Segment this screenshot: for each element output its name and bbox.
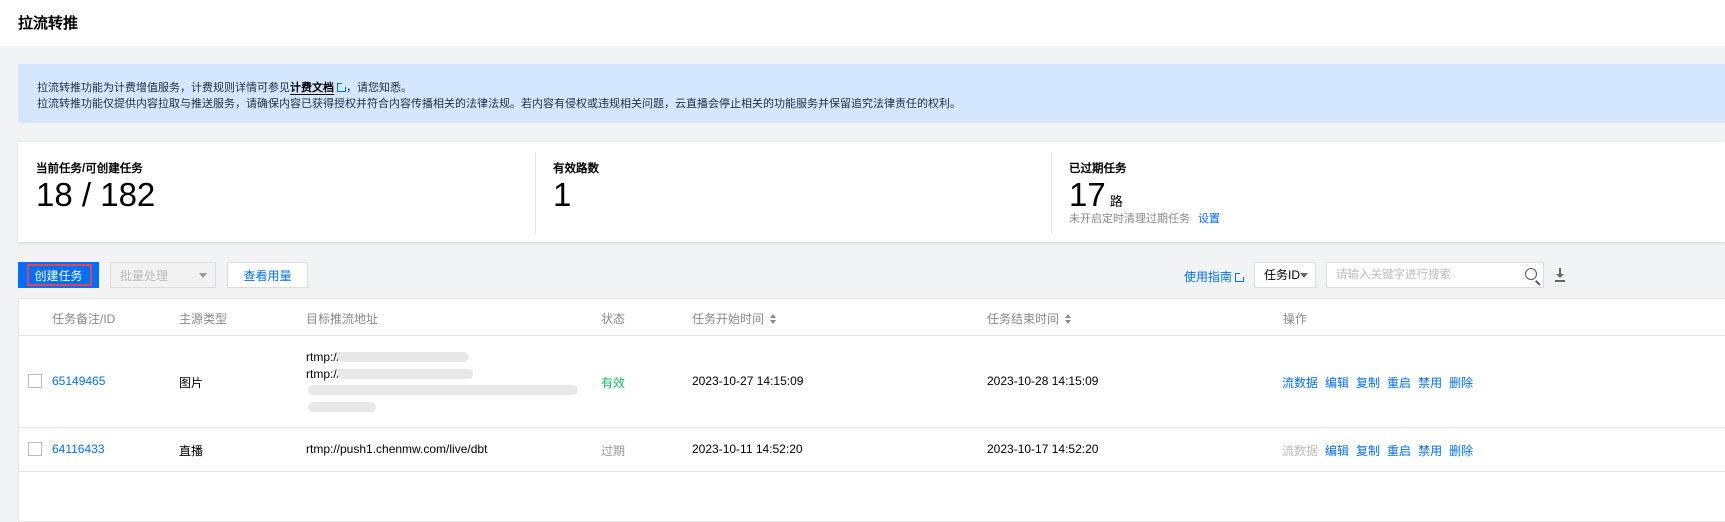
status-badge: 有效 — [601, 376, 626, 390]
sort-icon[interactable] — [770, 314, 777, 324]
batch-action-dropdown[interactable]: 批量处理 — [110, 262, 216, 288]
delete-link[interactable]: 删除 — [1449, 444, 1473, 458]
disable-link[interactable]: 禁用 — [1418, 444, 1442, 458]
copy-link[interactable]: 复制 — [1356, 376, 1380, 390]
column-header-actions: 操作 — [1283, 312, 1308, 326]
highlight-box — [27, 264, 92, 286]
search-input[interactable] — [1327, 263, 1507, 287]
push-address-line: rtmp:// — [306, 367, 341, 381]
masked-text — [308, 402, 376, 412]
masked-text — [337, 369, 473, 379]
start-time: 2023-10-11 14:52:20 — [692, 442, 803, 456]
task-table: 任务备注/ID 主源类型 目标推流地址 状态 任务开始时间 任务结束时间 操作 … — [18, 298, 1725, 522]
row-actions: 流数据 编辑 复制 重启 禁用 删除 — [1282, 374, 1480, 391]
row-checkbox[interactable] — [28, 374, 42, 388]
column-header-id: 任务备注/ID — [52, 312, 116, 326]
column-header-end-time[interactable]: 任务结束时间 — [987, 310, 1072, 327]
stat-divider — [535, 152, 536, 234]
table-row: 65149465 图片 rtmp:// rtmp:// 有效 2023-10-2… — [19, 336, 1725, 428]
download-icon[interactable] — [1555, 268, 1565, 282]
stream-data-link: 流数据 — [1282, 444, 1319, 458]
start-time: 2023-10-27 14:15:09 — [692, 374, 804, 388]
external-link-icon — [1235, 272, 1246, 282]
sort-icon[interactable] — [1065, 314, 1072, 324]
column-header-start-time[interactable]: 任务开始时间 — [692, 310, 777, 327]
status-badge: 过期 — [601, 444, 626, 458]
column-header-status: 状态 — [601, 312, 626, 326]
page-header: 拉流转推 — [0, 0, 1725, 46]
copy-link[interactable]: 复制 — [1356, 444, 1380, 458]
column-header-address: 目标推流地址 — [306, 312, 379, 326]
end-time: 2023-10-17 14:52:20 — [987, 442, 1099, 456]
create-task-button[interactable]: 创建任务 — [18, 262, 99, 288]
stats-panel: 当前任务/可创建任务 18 / 182 有效路数 1 已过期任务 17 路 未开启… — [18, 142, 1725, 242]
row-checkbox[interactable] — [28, 442, 42, 456]
table-header: 任务备注/ID 主源类型 目标推流地址 状态 任务开始时间 任务结束时间 操作 — [19, 299, 1725, 336]
toolbar: 创建任务 批量处理 查看用量 使用指南 任务ID — [18, 262, 1725, 288]
task-id-link[interactable]: 65149465 — [52, 374, 105, 388]
stream-data-link[interactable]: 流数据 — [1282, 376, 1318, 390]
row-actions: 流数据 编辑 复制 重启 禁用 删除 — [1282, 442, 1480, 459]
search-box — [1326, 262, 1544, 288]
billing-doc-link[interactable]: 计费文档 — [290, 82, 334, 95]
restart-link[interactable]: 重启 — [1387, 444, 1411, 458]
table-row: 64116433 直播 rtmp://push1.chenmw.com/live… — [19, 428, 1725, 472]
edit-link[interactable]: 编辑 — [1325, 376, 1349, 390]
notice-line-1: 拉流转推功能为计费增值服务，计费规则详情可参见计费文档 ，请您知悉。 — [37, 82, 412, 95]
external-link-icon — [337, 82, 347, 92]
source-type: 直播 — [179, 444, 204, 458]
disable-link[interactable]: 禁用 — [1418, 376, 1442, 390]
restart-link[interactable]: 重启 — [1387, 376, 1411, 390]
billing-notice: 拉流转推功能为计费增值服务，计费规则详情可参见计费文档 ，请您知悉。 拉流转推功能… — [18, 64, 1725, 123]
masked-text — [337, 352, 469, 362]
task-id-link[interactable]: 64116433 — [52, 442, 105, 456]
push-address: rtmp://push1.chenmw.com/live/dbt — [306, 442, 488, 456]
end-time: 2023-10-28 14:15:09 — [987, 374, 1099, 388]
masked-text — [308, 385, 578, 395]
usage-guide-link[interactable]: 使用指南 — [1184, 268, 1246, 285]
stat-divider — [1051, 152, 1052, 234]
view-usage-button[interactable]: 查看用量 — [227, 262, 308, 288]
edit-link[interactable]: 编辑 — [1325, 444, 1349, 458]
page-title: 拉流转推 — [18, 15, 79, 32]
expired-cleanup-settings-link[interactable]: 设置 — [1198, 213, 1220, 225]
search-field-select[interactable]: 任务ID — [1254, 262, 1316, 288]
search-icon[interactable] — [1525, 268, 1537, 280]
push-address-line: rtmp:// — [306, 350, 341, 364]
notice-line-2: 拉流转推功能仅提供内容拉取与推送服务，请确保内容已获得授权并符合内容传播相关的法… — [37, 98, 961, 110]
chevron-down-icon — [199, 273, 207, 278]
column-header-type: 主源类型 — [179, 312, 228, 326]
source-type: 图片 — [179, 376, 204, 390]
delete-link[interactable]: 删除 — [1449, 376, 1473, 390]
chevron-down-icon — [1300, 273, 1308, 278]
